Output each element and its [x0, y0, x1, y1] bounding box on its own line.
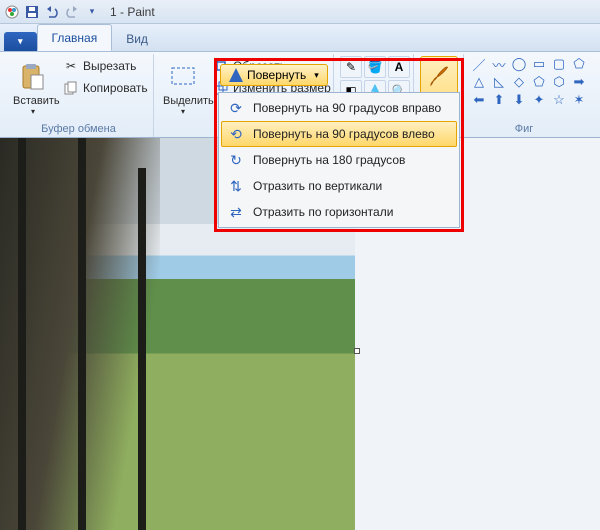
- rotate-180[interactable]: ↻ Повернуть на 180 градусов: [221, 147, 457, 173]
- group-shapes: ／ 〰 ◯ ▭ ▢ ⬠ △ ◺ ◇ ⬠ ⬡ ➡ ⬅ ⬆ ⬇ ✦ ☆ ✶ Фиг: [464, 54, 584, 137]
- flip-vertical-icon: ⇅: [227, 177, 245, 195]
- file-tab[interactable]: [4, 32, 37, 51]
- flip-horizontal[interactable]: ⇄ Отразить по горизонтали: [221, 199, 457, 225]
- rotate-menu: ⟳ Повернуть на 90 градусов вправо ⟲ Пове…: [218, 92, 460, 228]
- rotate-90-left[interactable]: ⟲ Повернуть на 90 градусов влево: [221, 121, 457, 147]
- rotate-right-icon: ⟳: [227, 99, 245, 117]
- flip-horizontal-icon: ⇄: [227, 203, 245, 221]
- shape-oval[interactable]: ◯: [510, 56, 528, 72]
- rotate-90-right-label: Повернуть на 90 градусов вправо: [253, 101, 441, 115]
- shape-arrow-d[interactable]: ⬇: [510, 92, 528, 108]
- group-clipboard-label: Буфер обмена: [10, 122, 147, 135]
- tab-view[interactable]: Вид: [112, 26, 162, 51]
- qat-customize-icon[interactable]: ▾: [84, 4, 100, 20]
- rotate-180-label: Повернуть на 180 градусов: [253, 153, 405, 167]
- shape-star4[interactable]: ✦: [530, 92, 548, 108]
- shape-arrow-u[interactable]: ⬆: [490, 92, 508, 108]
- rotate-highlight-box: Повернуть ⟳ Повернуть на 90 градусов впр…: [214, 58, 464, 232]
- photo-foreground: [0, 138, 160, 530]
- shape-curve[interactable]: 〰: [490, 56, 508, 72]
- shape-star6[interactable]: ✶: [570, 92, 588, 108]
- app-icon: [4, 4, 20, 20]
- shape-roundrect[interactable]: ▢: [550, 56, 568, 72]
- group-clipboard: Вставить ✂ Вырезать Копировать Буфер обм…: [4, 54, 154, 137]
- quick-access-toolbar: ▾: [4, 4, 100, 20]
- save-icon[interactable]: [24, 4, 40, 20]
- shape-line[interactable]: ／: [470, 56, 488, 72]
- rotate-90-left-label: Повернуть на 90 градусов влево: [253, 127, 435, 141]
- paste-label: Вставить: [13, 95, 53, 107]
- copy-icon: [63, 80, 79, 96]
- group-shapes-label: Фиг: [470, 122, 578, 135]
- flip-vertical-label: Отразить по вертикали: [253, 179, 382, 193]
- shape-star5[interactable]: ☆: [550, 92, 568, 108]
- redo-icon[interactable]: [64, 4, 80, 20]
- chevron-down-icon: [13, 107, 53, 116]
- select-icon: [167, 61, 199, 93]
- select-button[interactable]: Выделить: [160, 56, 206, 121]
- rotate-button[interactable]: Повернуть: [220, 64, 328, 86]
- paste-icon: [17, 61, 49, 93]
- rotate-90-right[interactable]: ⟳ Повернуть на 90 градусов вправо: [221, 95, 457, 121]
- window-title: 1 - Paint: [110, 5, 155, 19]
- copy-button[interactable]: Копировать: [60, 78, 151, 98]
- paste-button[interactable]: Вставить: [10, 56, 56, 121]
- chevron-down-icon: [163, 107, 203, 116]
- undo-icon[interactable]: [44, 4, 60, 20]
- shape-arrow-r[interactable]: ➡: [570, 74, 588, 90]
- shape-rect[interactable]: ▭: [530, 56, 548, 72]
- rotate-left-icon: ⟲: [227, 125, 245, 143]
- shape-hexagon[interactable]: ⬡: [550, 74, 568, 90]
- title-bar: ▾ 1 - Paint: [0, 0, 600, 24]
- tab-home[interactable]: Главная: [37, 24, 113, 51]
- scissors-icon: ✂: [63, 58, 79, 74]
- shapes-gallery[interactable]: ／ 〰 ◯ ▭ ▢ ⬠ △ ◺ ◇ ⬠ ⬡ ➡ ⬅ ⬆ ⬇ ✦ ☆ ✶: [470, 56, 588, 108]
- copy-label: Копировать: [83, 81, 148, 95]
- cut-label: Вырезать: [83, 59, 136, 73]
- ribbon-tabs: Главная Вид: [0, 24, 600, 52]
- shape-arrow-l[interactable]: ⬅: [470, 92, 488, 108]
- shape-triangle[interactable]: △: [470, 74, 488, 90]
- cut-button[interactable]: ✂ Вырезать: [60, 56, 151, 76]
- rotate-label: Повернуть: [247, 68, 306, 82]
- shape-rtriangle[interactable]: ◺: [490, 74, 508, 90]
- shape-pentagon[interactable]: ⬠: [530, 74, 548, 90]
- select-label: Выделить: [163, 95, 203, 107]
- shape-diamond[interactable]: ◇: [510, 74, 528, 90]
- rotate-180-icon: ↻: [227, 151, 245, 169]
- flip-horizontal-label: Отразить по горизонтали: [253, 205, 393, 219]
- flip-vertical[interactable]: ⇅ Отразить по вертикали: [221, 173, 457, 199]
- shape-polygon[interactable]: ⬠: [570, 56, 588, 72]
- canvas-resize-handle[interactable]: [354, 348, 360, 354]
